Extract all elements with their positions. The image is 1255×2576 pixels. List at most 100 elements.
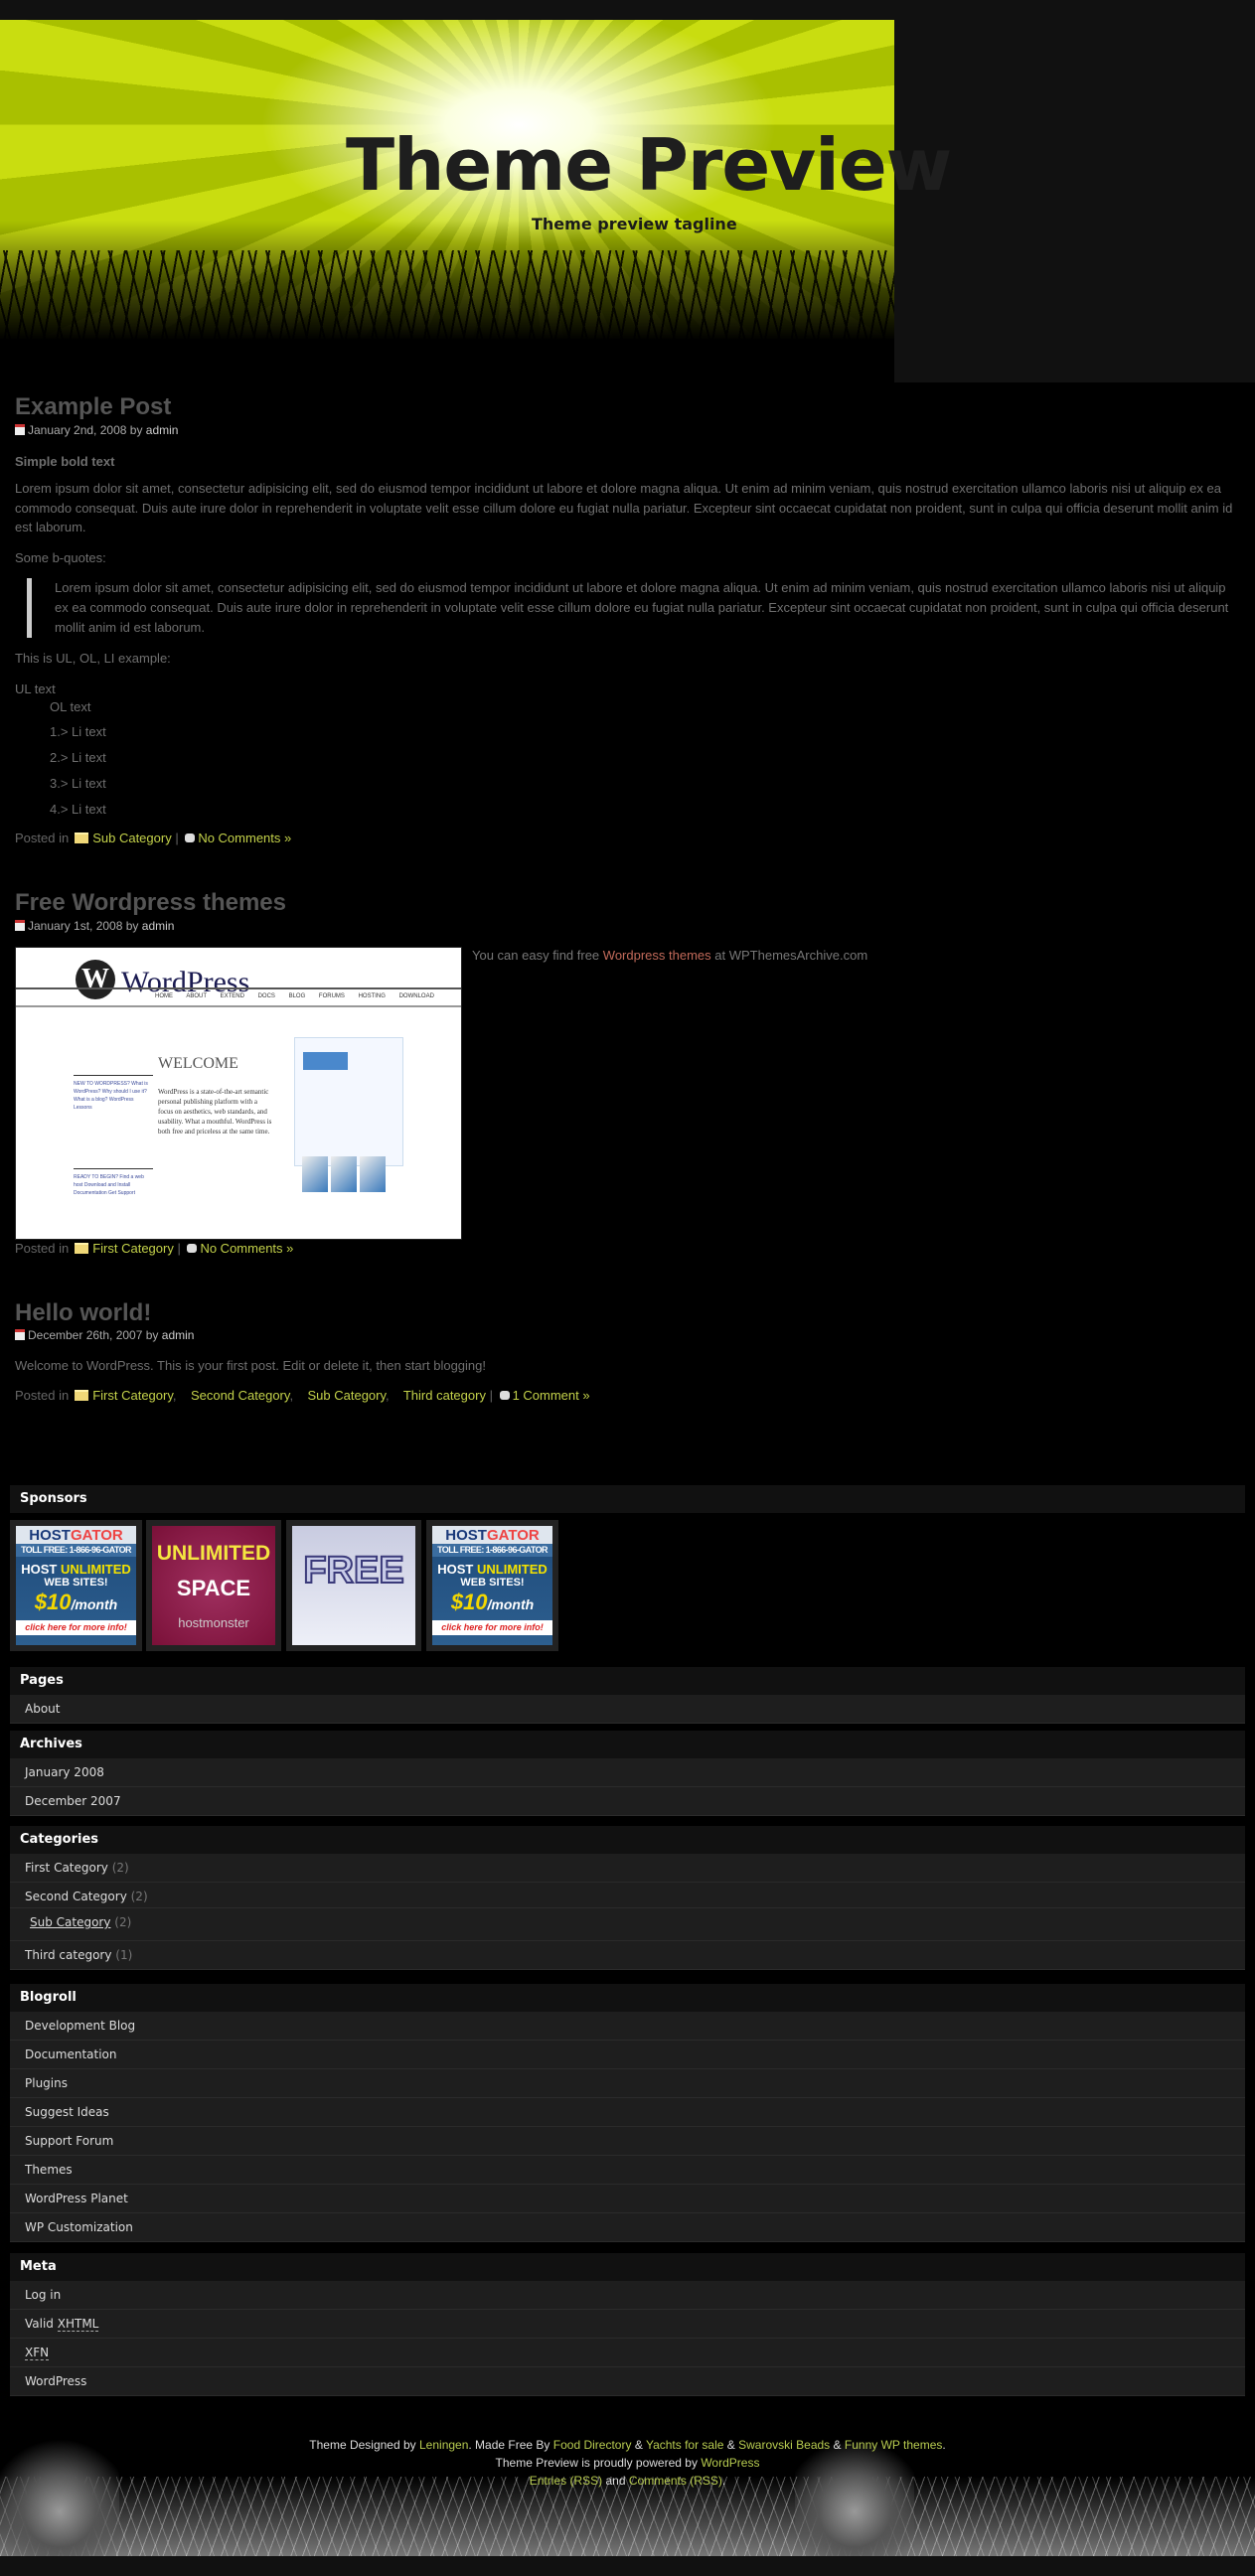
ol-text: OL text bbox=[50, 699, 91, 714]
banner-line2: SPACE bbox=[176, 1576, 251, 1600]
page-link-about[interactable]: About bbox=[10, 1695, 1245, 1724]
blogroll-link[interactable]: Documentation bbox=[10, 2041, 1245, 2069]
by-label: by bbox=[129, 423, 143, 437]
food-directory-link[interactable]: Food Directory bbox=[553, 2438, 632, 2452]
yachts-link[interactable]: Yachts for sale bbox=[646, 2438, 723, 2452]
post-date: January 2nd, 2008 bbox=[28, 423, 127, 437]
valid-label: Valid bbox=[25, 2317, 54, 2331]
category-link[interactable]: First Category bbox=[25, 1861, 108, 1875]
comments-link[interactable]: No Comments » bbox=[200, 1241, 293, 1256]
archive-link[interactable]: December 2007 bbox=[10, 1787, 1245, 1816]
free-banner[interactable]: FREE bbox=[286, 1520, 421, 1651]
calendar-icon bbox=[15, 424, 25, 435]
comments-rss-link[interactable]: Comments (RSS) bbox=[629, 2474, 722, 2488]
screenshot-side-links: NEW TO WORDPRESS? What is WordPress? Why… bbox=[74, 1075, 153, 1112]
category-link[interactable]: Second Category bbox=[191, 1388, 290, 1403]
folder-icon bbox=[75, 833, 89, 843]
blogroll-link[interactable]: Suggest Ideas bbox=[10, 2098, 1245, 2127]
banner-tollfree: TOLL FREE: 1-866-96-GATOR bbox=[432, 1544, 552, 1557]
site-title-link[interactable]: Theme Preview bbox=[346, 123, 952, 207]
posted-in-label: Posted in bbox=[15, 831, 70, 845]
post-meta: January 2nd, 2008 by admin bbox=[15, 423, 178, 437]
banner-price: $10/month bbox=[450, 1590, 535, 1614]
category-link[interactable]: Third category bbox=[25, 1948, 111, 1962]
banner-host-unlimited: HOST UNLIMITED bbox=[21, 1562, 131, 1577]
meta-widget: Meta Log in Valid XHTML XFN WordPress bbox=[10, 2253, 1245, 2396]
archive-link[interactable]: January 2008 bbox=[10, 1758, 1245, 1787]
blogroll-link[interactable]: WordPress Planet bbox=[10, 2185, 1245, 2213]
blogroll-link[interactable]: Support Forum bbox=[10, 2127, 1245, 2156]
wordpress-screenshot-image: W WordPress HOME ABOUT EXTEND DOCS BLOG … bbox=[15, 947, 462, 1240]
category-item[interactable]: Second Category (2) bbox=[10, 1883, 1245, 1908]
pages-widget: Pages About bbox=[10, 1667, 1245, 1724]
post-title-link[interactable]: Free Wordpress themes bbox=[15, 889, 286, 917]
category-link[interactable]: Third category bbox=[403, 1388, 486, 1403]
blogroll-link[interactable]: Plugins bbox=[10, 2069, 1245, 2098]
xfn-link[interactable]: XFN bbox=[10, 2339, 1245, 2367]
hostmonster-banner[interactable]: UNLIMITED SPACE hostmonster bbox=[146, 1520, 281, 1651]
hostgator-banner[interactable]: HOSTGATOR TOLL FREE: 1-866-96-GATOR HOST… bbox=[10, 1520, 142, 1651]
login-link[interactable]: Log in bbox=[10, 2281, 1245, 2310]
banner-cta: click here for more info! bbox=[432, 1620, 552, 1635]
calendar-icon bbox=[15, 1329, 25, 1340]
blogroll-link[interactable]: WP Customization bbox=[10, 2213, 1245, 2242]
category-count: (2) bbox=[114, 1915, 132, 1929]
category-count: (2) bbox=[130, 1890, 148, 1903]
funny-wp-themes-link[interactable]: Funny WP themes bbox=[845, 2438, 942, 2452]
text: & bbox=[726, 2438, 735, 2452]
text: and bbox=[605, 2474, 626, 2488]
comments-link[interactable]: No Comments » bbox=[198, 831, 291, 845]
hostgator-banner-art: HOSTGATOR TOLL FREE: 1-866-96-GATOR HOST… bbox=[432, 1526, 552, 1645]
comments-link[interactable]: 1 Comment » bbox=[513, 1388, 590, 1403]
divider bbox=[16, 1005, 461, 1007]
banner-brand: HOSTGATOR bbox=[16, 1526, 136, 1544]
blogroll-link[interactable]: Themes bbox=[10, 2156, 1245, 2185]
category-count: (2) bbox=[111, 1861, 129, 1875]
entries-rss-link[interactable]: Entries (RSS) bbox=[530, 2474, 602, 2488]
beads-link[interactable]: Swarovski Beads bbox=[738, 2438, 830, 2452]
post-paragraph: Welcome to WordPress. This is your first… bbox=[15, 1358, 486, 1373]
posted-in-label: Posted in bbox=[15, 1241, 70, 1256]
post-title-link[interactable]: Hello world! bbox=[15, 1299, 151, 1327]
category-link[interactable]: Sub Category bbox=[30, 1915, 110, 1929]
category-link[interactable]: Sub Category bbox=[308, 1388, 387, 1403]
grass-silhouette bbox=[0, 221, 894, 370]
screenshot-admin-box bbox=[294, 1037, 403, 1166]
post-title-link[interactable]: Example Post bbox=[15, 393, 171, 421]
top-band bbox=[0, 0, 1255, 20]
hostmonster-banner-art: UNLIMITED SPACE hostmonster bbox=[152, 1526, 275, 1645]
post-meta: December 26th, 2007 by admin bbox=[15, 1328, 194, 1342]
wordpress-link[interactable]: WordPress bbox=[701, 2456, 759, 2470]
screenshot-side-links: READY TO BEGIN? Find a web host Download… bbox=[74, 1168, 153, 1197]
wordpress-link[interactable]: WordPress bbox=[10, 2367, 1245, 2396]
category-count: (1) bbox=[115, 1948, 133, 1962]
valid-xhtml-link[interactable]: Valid XHTML bbox=[10, 2310, 1245, 2339]
post-meta: January 1st, 2008 by admin bbox=[15, 919, 174, 933]
category-link[interactable]: Second Category bbox=[25, 1890, 127, 1903]
post-text: You can easy find free Wordpress themes … bbox=[472, 948, 867, 963]
wordpress-themes-link[interactable]: Wordpress themes bbox=[603, 948, 711, 963]
leningen-link[interactable]: Leningen bbox=[419, 2438, 468, 2452]
archives-widget: Archives January 2008 December 2007 bbox=[10, 1731, 1245, 1816]
comment-icon bbox=[187, 1244, 198, 1253]
category-link[interactable]: First Category bbox=[92, 1388, 173, 1403]
ul-text: UL text bbox=[15, 682, 56, 696]
text: & bbox=[833, 2438, 842, 2452]
text: . Made Free By bbox=[468, 2438, 550, 2452]
list-intro: This is UL, OL, LI example: bbox=[15, 651, 171, 666]
post-author: admin bbox=[161, 1328, 195, 1342]
banner-brand: hostmonster bbox=[178, 1615, 249, 1630]
category-item[interactable]: First Category (2) bbox=[10, 1854, 1245, 1883]
banner-cta: click here for more info! bbox=[16, 1620, 136, 1635]
widget-title: Meta bbox=[20, 2259, 57, 2274]
subcategory-item[interactable]: Sub Category (2) bbox=[10, 1908, 1245, 1941]
banner-brand: HOSTGATOR bbox=[432, 1526, 552, 1544]
banner-line1: FREE bbox=[292, 1526, 415, 1645]
hostgator-banner[interactable]: HOSTGATOR TOLL FREE: 1-866-96-GATOR HOST… bbox=[426, 1520, 558, 1651]
category-link[interactable]: First Category bbox=[92, 1241, 174, 1256]
banner-sites: WEB SITES! bbox=[460, 1577, 525, 1589]
category-link[interactable]: Sub Category bbox=[92, 831, 172, 845]
category-item[interactable]: Third category (1) bbox=[10, 1941, 1245, 1970]
bottom-band bbox=[0, 2556, 1255, 2576]
blogroll-link[interactable]: Development Blog bbox=[10, 2012, 1245, 2041]
